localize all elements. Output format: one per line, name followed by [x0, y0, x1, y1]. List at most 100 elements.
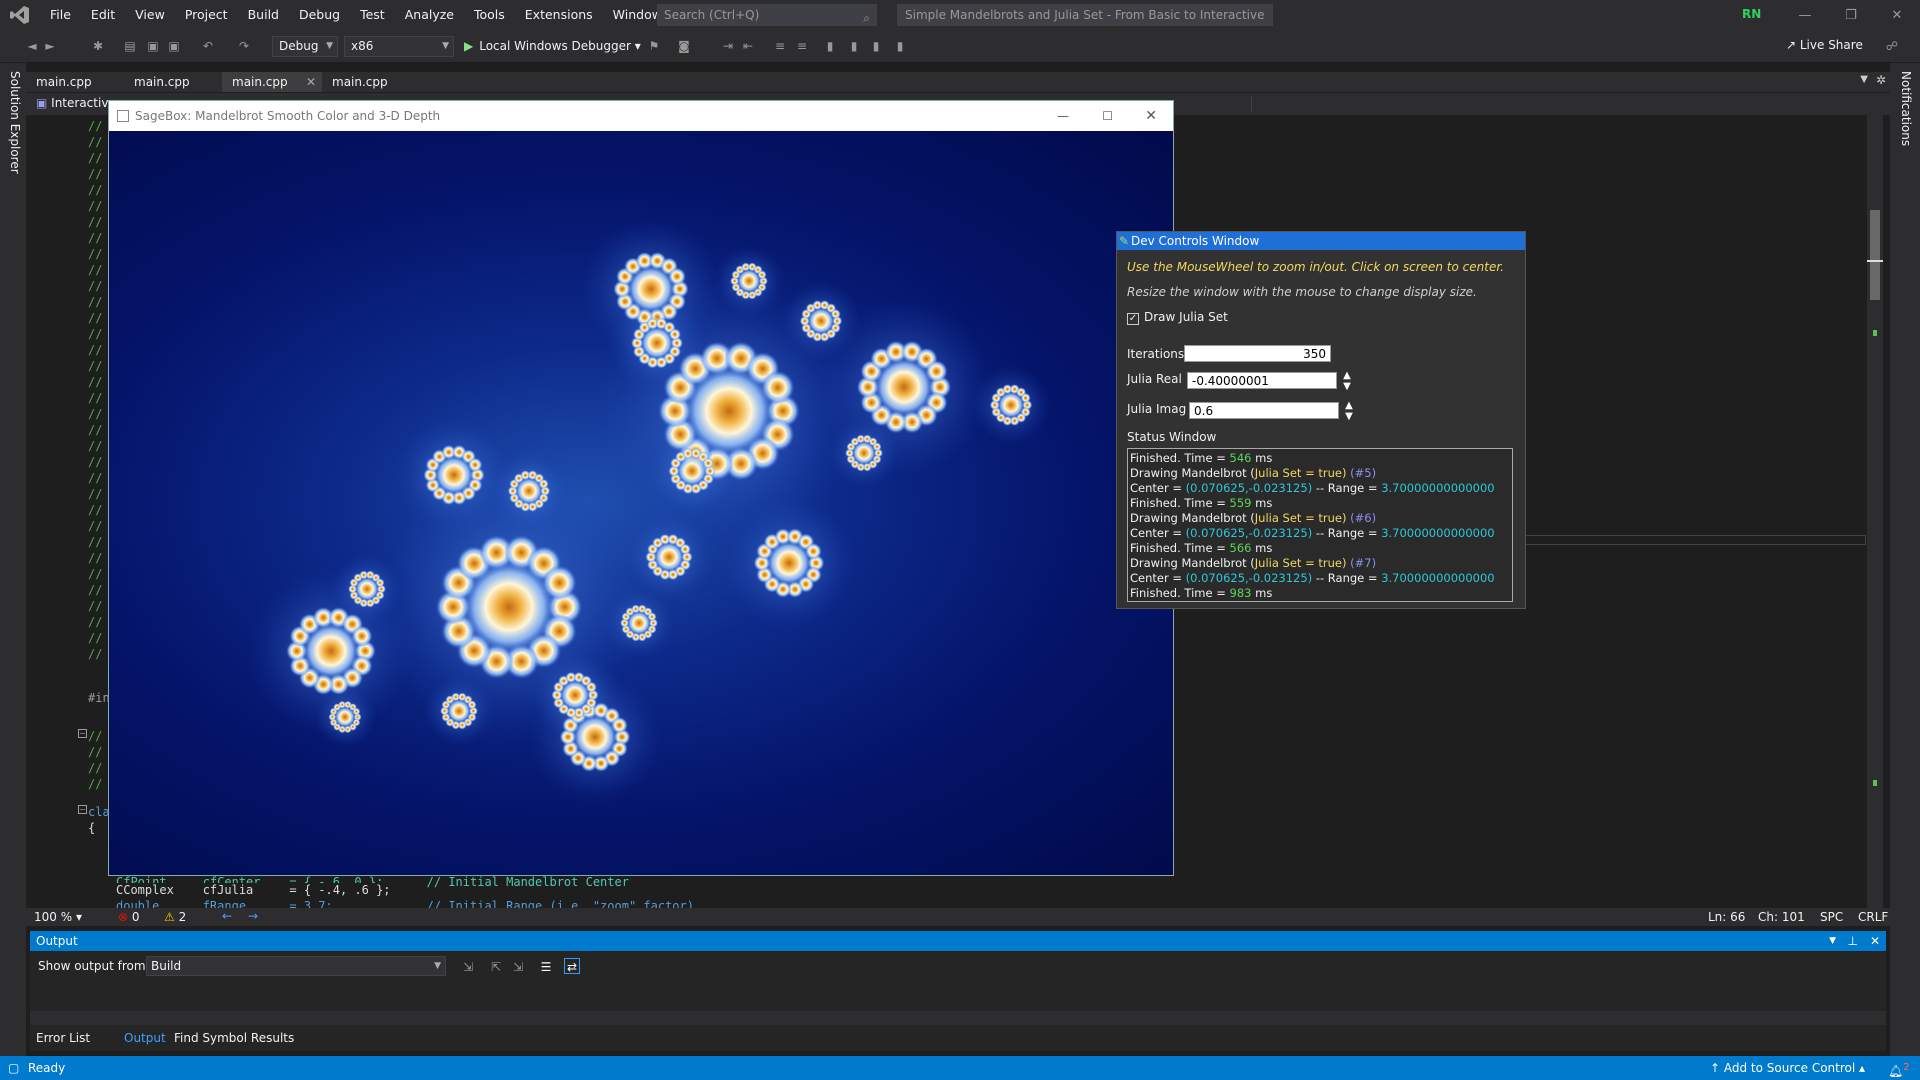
search-icon[interactable]: ⌕ [863, 8, 870, 28]
julia-imag-spinner[interactable]: ▲ ▼ [1343, 400, 1355, 422]
live-share-button[interactable]: ↗ Live Share [1786, 38, 1863, 52]
redo-icon[interactable]: ↷ [236, 38, 252, 54]
scrollbar-thumb[interactable] [1870, 210, 1880, 300]
feedback-icon[interactable]: ☍ [1884, 38, 1900, 54]
search-input[interactable]: Search (Ctrl+Q) ⌕ [657, 4, 877, 26]
menu-analyze[interactable]: Analyze [395, 0, 464, 30]
previous-issue-icon[interactable]: ← [222, 909, 232, 923]
config-dropdown[interactable]: Debug ▼ [272, 36, 338, 57]
close-icon[interactable]: ✕ [306, 72, 316, 92]
bookmark-icon[interactable]: ▮ [822, 38, 838, 54]
menu-view[interactable]: View [125, 0, 175, 30]
tab-main-2[interactable]: main.cpp [124, 72, 200, 92]
prev-message-icon[interactable]: ⇱ [488, 959, 504, 975]
iterations-input[interactable]: 350 [1184, 345, 1331, 362]
tab-output[interactable]: Output [124, 1031, 166, 1045]
close-button[interactable]: ✕ [1145, 101, 1157, 131]
tab-error-list[interactable]: Error List [36, 1031, 90, 1045]
fractal-bulb [302, 622, 360, 680]
status-line-part: (0.070625,-0.023125) [1185, 481, 1313, 495]
avatar[interactable]: RN [1742, 7, 1761, 21]
menu-tools[interactable]: Tools [464, 0, 515, 30]
step-out-icon[interactable]: ⇤ [740, 38, 756, 54]
minimize-button[interactable]: — [1057, 101, 1069, 131]
julia-real-spinner[interactable]: ▲ ▼ [1341, 370, 1353, 392]
status-window[interactable]: Finished. Time = 546 ms Drawing Mandelbro… [1127, 448, 1513, 602]
prev-bookmark-icon[interactable]: ▮ [846, 38, 862, 54]
tab-main-1[interactable]: main.cpp [26, 72, 102, 92]
checkbox-checked-icon[interactable]: ✓ [1127, 313, 1139, 325]
menu-build[interactable]: Build [238, 0, 289, 30]
julia-set-checkbox[interactable]: ✓ Draw Julia Set [1127, 310, 1228, 325]
menu-debug[interactable]: Debug [289, 0, 350, 30]
sagebox-title-bar[interactable]: SageBox: Mandelbrot Smooth Color and 3-D… [109, 101, 1173, 131]
collapse-icon[interactable]: − [78, 805, 87, 814]
step-icon[interactable]: ⇥ [720, 38, 736, 54]
menu-edit[interactable]: Edit [81, 0, 125, 30]
live-share-label: Live Share [1799, 38, 1863, 52]
line-ending[interactable]: CRLF [1858, 910, 1888, 924]
browser-icon[interactable]: ⚑ [646, 38, 662, 54]
minimize-button[interactable]: — [1782, 0, 1828, 30]
member-dropdown[interactable] [1251, 96, 1871, 112]
tab-main-3[interactable]: main.cpp ✕ [222, 72, 322, 92]
vs-logo-icon[interactable] [0, 0, 40, 30]
notification-bell-icon[interactable]: 🔔︎2 [1888, 1056, 1910, 1080]
clear-all-icon[interactable]: ☰ [538, 959, 554, 975]
zoom-dropdown[interactable]: 100 % ▾ [34, 910, 82, 924]
tab-find-symbol-results[interactable]: Find Symbol Results [174, 1031, 294, 1045]
next-message-icon[interactable]: ⇲ [510, 959, 526, 975]
next-bookmark-icon[interactable]: ▮ [868, 38, 884, 54]
restore-button[interactable]: ❐ [1828, 0, 1874, 30]
fractal-canvas[interactable] [109, 131, 1173, 875]
run-debugger-button[interactable]: ▶ Local Windows Debugger ▾ [464, 36, 641, 57]
status-line-part: (#6) [1346, 511, 1377, 525]
fractal-bulb [677, 456, 707, 486]
back-icon[interactable]: ◄ [24, 38, 40, 54]
dev-controls-title-bar[interactable]: ✎ Dev Controls Window [1117, 232, 1525, 250]
menu-project[interactable]: Project [175, 0, 238, 30]
fractal-bulb [334, 706, 356, 728]
menu-extensions[interactable]: Extensions [515, 0, 603, 30]
output-source-dropdown[interactable]: Build ▼ [146, 956, 446, 976]
chevron-down-icon[interactable]: ▼ [1829, 931, 1836, 951]
save-all-icon[interactable]: ▣ [166, 38, 182, 54]
indent-mode[interactable]: SPC [1820, 910, 1843, 924]
errors-indicator[interactable]: ⊗ 0 [118, 910, 140, 924]
vertical-scrollbar[interactable] [1867, 115, 1883, 908]
collapse-icon[interactable]: − [78, 729, 87, 738]
maximize-button[interactable]: ☐ [1102, 101, 1113, 131]
pin-icon[interactable]: ⊥ [1848, 931, 1858, 951]
find-message-icon[interactable]: ⇲ [460, 959, 476, 975]
status-line-part: (0.070625,-0.023125) [1185, 571, 1313, 585]
warnings-indicator[interactable]: ⚠ 2 [164, 910, 186, 924]
menu-file[interactable]: File [40, 0, 81, 30]
save-icon[interactable]: ▣ [145, 38, 161, 54]
julia-imag-input[interactable]: 0.6 [1189, 402, 1339, 419]
outdent-icon[interactable]: ≡ [794, 38, 810, 54]
close-icon[interactable]: ✕ [1870, 931, 1880, 951]
camera-icon[interactable]: ◙ [676, 38, 692, 54]
solution-explorer-tab[interactable]: Solution Explorer [8, 71, 22, 174]
close-button[interactable]: ✕ [1874, 0, 1920, 30]
project-dropdown[interactable]: ▣ Interactive [36, 96, 116, 110]
next-issue-icon[interactable]: → [248, 909, 258, 923]
code-comment-line: // [88, 583, 103, 597]
new-project-icon[interactable]: ✱ [90, 38, 106, 54]
status-line-part: Center = [1130, 526, 1186, 540]
word-wrap-icon[interactable]: ⇄ [564, 958, 580, 974]
source-control-button[interactable]: ↑ Add to Source Control ▴ [1710, 1056, 1865, 1080]
open-icon[interactable]: ▤ [122, 38, 138, 54]
undo-icon[interactable]: ↶ [200, 38, 216, 54]
notifications-tab[interactable]: Notifications [1899, 71, 1913, 146]
horizontal-scrollbar[interactable] [30, 1011, 1886, 1025]
menu-test[interactable]: Test [350, 0, 395, 30]
platform-dropdown[interactable]: x86 ▼ [344, 36, 454, 57]
tab-main-4[interactable]: main.cpp [322, 72, 398, 92]
clear-bookmark-icon[interactable]: ▮ [892, 38, 908, 54]
julia-real-input[interactable]: -0.40000001 [1187, 372, 1337, 389]
chevron-down-icon[interactable]: ▼ [1860, 74, 1868, 85]
indent-icon[interactable]: ≡ [772, 38, 788, 54]
gear-icon[interactable]: ✲ [1876, 73, 1886, 87]
forward-icon[interactable]: ► [42, 38, 58, 54]
